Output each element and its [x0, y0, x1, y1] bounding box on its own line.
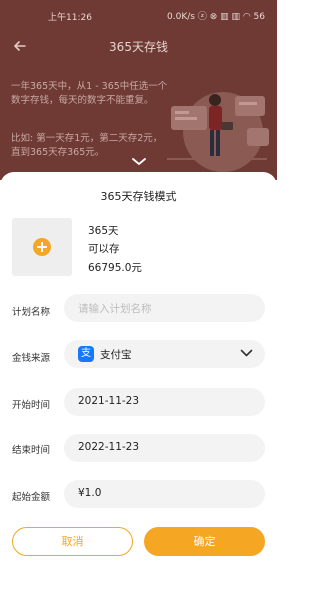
bottom-sheet: 365天存钱模式 365天 可以存 66795.0元 计划名称 请输入计划名称 …	[0, 172, 277, 600]
money-source-value: 支付宝	[100, 349, 132, 361]
rule-example: 比如: 第一天存1元，第二天存2元，直到365天存365元。	[11, 133, 163, 158]
money-source-select[interactable]: 支 支付宝	[64, 340, 265, 368]
end-time-value: 2022-11-23	[78, 441, 140, 453]
start-amount-input[interactable]: ¥1.0	[64, 480, 265, 508]
start-amount-value: ¥1.0	[78, 487, 102, 499]
end-time-label: 结束时间	[12, 445, 51, 456]
start-amount-label: 起始金额	[12, 492, 51, 503]
status-bar: 上午11:26 0.0K/s ⓩ ⊗ ▥ ▥ ◠ 56	[0, 0, 277, 26]
status-time: 上午11:26	[48, 13, 92, 23]
start-time-picker[interactable]: 2021-11-23	[64, 388, 265, 416]
plan-name-placeholder: 请输入计划名称	[78, 303, 152, 315]
sheet-title: 365天存钱模式	[100, 190, 177, 203]
dropdown-chevron-icon	[240, 349, 253, 357]
confirm-button[interactable]: 确定	[144, 527, 265, 556]
plan-name-input[interactable]: 请输入计划名称	[64, 294, 265, 322]
chevron-down-icon[interactable]	[131, 157, 147, 167]
summary-days: 365天	[88, 225, 119, 237]
alipay-icon: 支	[78, 346, 94, 362]
money-source-label: 金钱来源	[12, 353, 51, 364]
summary-can-save: 可以存	[88, 243, 120, 255]
status-indicators: 0.0K/s ⓩ ⊗ ▥ ▥ ◠ 56	[167, 12, 265, 22]
start-time-value: 2021-11-23	[78, 395, 140, 407]
cancel-button[interactable]: 取消	[12, 527, 133, 556]
summary-amount: 66795.0元	[88, 262, 142, 274]
rule-description: 一年365天中，从1 - 365中任选一个数字存钱，每天的数字不能重复。	[11, 81, 168, 106]
page-title: 365天存钱	[109, 40, 168, 54]
plan-name-label: 计划名称	[12, 307, 51, 318]
add-icon	[33, 238, 51, 256]
saving-illustration	[167, 92, 269, 172]
end-time-picker[interactable]: 2022-11-23	[64, 434, 265, 462]
start-time-label: 开始时间	[12, 400, 51, 411]
add-image-button[interactable]	[12, 218, 72, 276]
